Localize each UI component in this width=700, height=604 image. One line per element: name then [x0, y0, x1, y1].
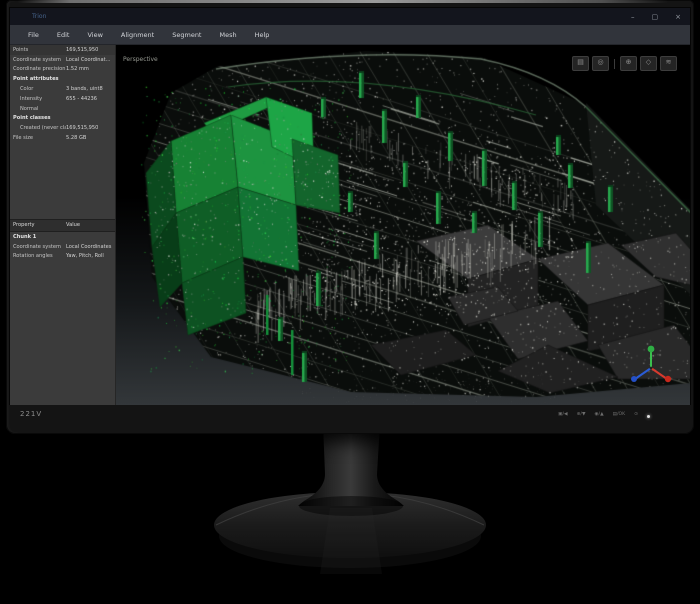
property-row[interactable]: Normal — [10, 104, 115, 114]
chunk-row[interactable]: Coordinate systemLocal Coordinates (m) — [10, 242, 115, 252]
property-row[interactable]: Coordinate precision1.52 mm — [10, 65, 115, 75]
menu-item-view[interactable]: View — [78, 31, 111, 39]
window-controls: – ▢ × — [631, 13, 681, 21]
property-value: Local Coordinat... — [66, 57, 112, 63]
property-label: Coordinate system — [13, 57, 66, 63]
menu-item-edit[interactable]: Edit — [48, 31, 79, 39]
menu-bar: FileEditViewAlignmentSegmentMeshHelp — [10, 25, 690, 45]
property-label: Points — [13, 47, 66, 53]
chunk-label: Chunk 1 — [13, 234, 66, 240]
panel-filler — [10, 261, 115, 405]
viewport-toolbar: ▤◎ ⊕◇≋ — [572, 56, 677, 71]
property-row[interactable]: Points169,515,950 — [10, 45, 115, 55]
property-value: 169,515,950 — [66, 125, 112, 131]
property-row[interactable]: Point attributes — [10, 74, 115, 84]
property-label: Point attributes — [13, 76, 66, 82]
osd-button-3[interactable]: ▤/OK — [613, 412, 626, 417]
main-content: Points169,515,950Coordinate systemLocal … — [10, 45, 690, 405]
panel-spacer — [10, 143, 115, 219]
title-bar: Trion – ▢ × — [10, 8, 690, 25]
property-label: Coordinate precision — [13, 66, 66, 72]
properties-panel: Points169,515,950Coordinate systemLocal … — [10, 45, 116, 405]
screen: Trion – ▢ × FileEditViewAlignmentSegment… — [10, 8, 690, 404]
property-row[interactable]: Point classes — [10, 114, 115, 124]
property-label: Created (never classified) — [13, 125, 66, 131]
close-button[interactable]: × — [675, 13, 681, 21]
monitor: Trion – ▢ × FileEditViewAlignmentSegment… — [6, 0, 694, 434]
property-value: 3 bands, uint8 — [66, 86, 112, 92]
properties-rows: Points169,515,950Coordinate systemLocal … — [10, 45, 115, 143]
property-row[interactable]: Coordinate systemLocal Coordinat... — [10, 55, 115, 65]
monitor-stand — [180, 424, 520, 604]
chunk-label: Coordinate system — [13, 244, 66, 250]
property-row[interactable]: Color3 bands, uint8 — [10, 84, 115, 94]
scene: Trion – ▢ × FileEditViewAlignmentSegment… — [0, 0, 700, 604]
toolbar-separator — [614, 59, 615, 69]
property-value: 5.28 GB — [66, 135, 112, 141]
property-value: 1.52 mm — [66, 66, 112, 72]
property-row[interactable]: Intensity655 - 44236 — [10, 94, 115, 104]
chunk-row[interactable]: Rotation anglesYaw, Pitch, Roll — [10, 252, 115, 262]
point-cloud-canvas[interactable] — [116, 45, 690, 405]
menu-item-segment[interactable]: Segment — [163, 31, 210, 39]
power-led — [647, 415, 650, 418]
chunk-table-header: Property Value — [10, 219, 115, 232]
chunk-row[interactable]: Chunk 1 — [10, 232, 115, 242]
menu-item-help[interactable]: Help — [246, 31, 279, 39]
osd-button-row: ▣/◀ ⊕/▼ ◉/▲ ▤/OK ⊙ — [558, 412, 638, 417]
column-property: Property — [13, 222, 66, 228]
property-label: Point classes — [13, 115, 66, 121]
property-label: Color — [13, 86, 66, 92]
property-value: 655 - 44236 — [66, 96, 112, 102]
axis-x-handle[interactable] — [631, 376, 637, 382]
monitor-model-label: 221V — [20, 410, 42, 418]
app-logo-icon — [19, 13, 27, 21]
display-options-icon[interactable]: ▤ — [572, 56, 589, 71]
pin-icon[interactable]: ⊕ — [620, 56, 637, 71]
bezel-highlight — [18, 0, 668, 3]
menu-item-alignment[interactable]: Alignment — [112, 31, 163, 39]
axis-z-handle[interactable] — [648, 346, 655, 353]
chunk-rows: Chunk 1 Coordinate systemLocal Coordinate… — [10, 232, 115, 261]
bottom-bezel: 221V ▣/◀ ⊕/▼ ◉/▲ ▤/OK ⊙ — [10, 404, 690, 432]
property-value: 169,515,950 — [66, 47, 112, 53]
osd-button-2[interactable]: ◉/▲ — [595, 412, 604, 417]
maximize-button[interactable]: ▢ — [652, 13, 659, 21]
app-title: Trion — [32, 13, 46, 20]
viewport-3d: Perspective ▤◎ ⊕◇≋ — [116, 45, 690, 405]
property-label: File size — [13, 135, 66, 141]
chunk-value: Local Coordinates (m) — [66, 244, 112, 250]
annotate-icon[interactable]: ◇ — [640, 56, 657, 71]
column-value: Value — [66, 222, 112, 228]
property-row[interactable]: Created (never classified)169,515,950 — [10, 123, 115, 133]
property-label: Normal — [13, 106, 66, 112]
menu-item-mesh[interactable]: Mesh — [210, 31, 245, 39]
profile-graph-icon[interactable]: ≋ — [660, 56, 677, 71]
projection-mode-label: Perspective — [123, 56, 158, 63]
property-row[interactable]: File size5.28 GB — [10, 133, 115, 143]
osd-button-4[interactable]: ⊙ — [634, 412, 638, 417]
property-label: Intensity — [13, 96, 66, 102]
axis-y-handle[interactable] — [665, 376, 671, 382]
minimize-button[interactable]: – — [631, 13, 635, 21]
settings-gear-icon[interactable]: ◎ — [592, 56, 609, 71]
chunk-value: Yaw, Pitch, Roll — [66, 253, 112, 259]
axis-gizmo[interactable] — [628, 343, 674, 385]
menu-item-file[interactable]: File — [19, 31, 48, 39]
chunk-label: Rotation angles — [13, 253, 66, 259]
osd-button-1[interactable]: ⊕/▼ — [577, 412, 586, 417]
osd-button-0[interactable]: ▣/◀ — [558, 412, 567, 417]
